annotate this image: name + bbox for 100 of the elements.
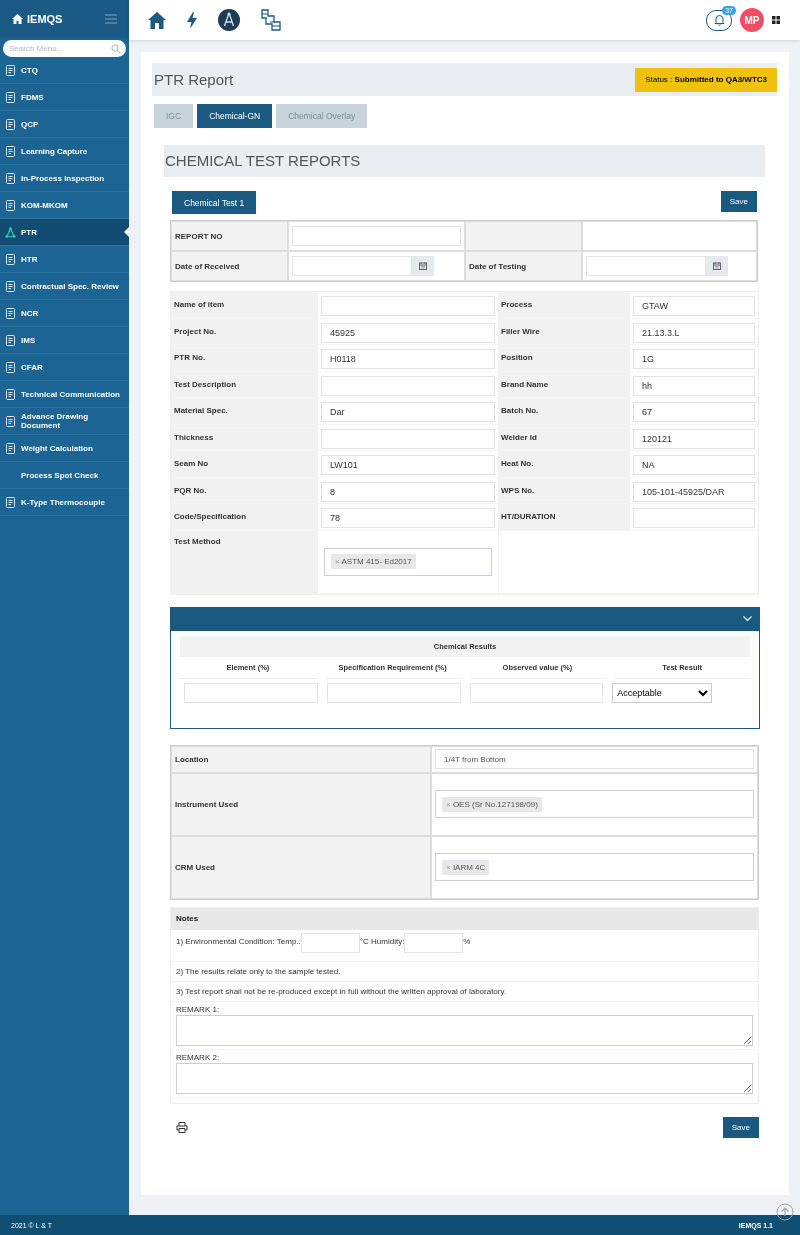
- multi-select-field[interactable]: × OES (Sr No.127198/09): [435, 790, 754, 818]
- sidebar-item[interactable]: NCR: [0, 300, 129, 327]
- remark-label: REMARK 2:: [176, 1052, 221, 1062]
- field-label: CRM Used: [171, 835, 431, 899]
- temperature-field[interactable]: [300, 932, 360, 953]
- sidebar-item[interactable]: Technical Communication: [0, 381, 129, 408]
- text-field[interactable]: 67: [633, 402, 755, 422]
- field-label: Thickness: [171, 424, 318, 451]
- user-avatar[interactable]: MP: [740, 8, 764, 32]
- field-label: Test Method: [171, 530, 318, 594]
- sidebar-item[interactable]: Weight Calculation: [0, 435, 129, 462]
- sidebar-item[interactable]: PTR: [0, 219, 129, 246]
- sidebar-item[interactable]: IMS: [0, 327, 129, 354]
- text-field[interactable]: GTAW: [633, 296, 755, 316]
- humidity-field[interactable]: [404, 932, 464, 953]
- specification-field[interactable]: [326, 682, 461, 703]
- scroll-up-icon[interactable]: [776, 1203, 794, 1221]
- field-label: HT/DURATION: [498, 504, 630, 531]
- section-title: CHEMICAL TEST REPORTS: [164, 145, 765, 177]
- field-label: Batch No.: [498, 398, 630, 425]
- text-field[interactable]: 120121: [633, 428, 755, 449]
- text-field[interactable]: hh: [633, 375, 755, 396]
- text-field[interactable]: NA: [633, 455, 755, 475]
- field-label: REPORT NO: [171, 221, 288, 251]
- field-label: Date of Received: [171, 251, 288, 281]
- field-label: Position: [498, 345, 630, 372]
- save-button[interactable]: Save: [722, 1116, 759, 1138]
- tab[interactable]: Chemical-GN: [197, 104, 273, 128]
- text-field[interactable]: Dar: [321, 402, 495, 422]
- compass-icon[interactable]: [218, 9, 240, 31]
- date-field[interactable]: [292, 256, 412, 276]
- element-field[interactable]: [184, 682, 318, 703]
- date-field[interactable]: [586, 256, 706, 276]
- text-field[interactable]: [321, 428, 495, 449]
- calendar-icon: [713, 262, 721, 270]
- text-field[interactable]: 21.13.3.L: [633, 322, 755, 343]
- text-field[interactable]: 1G: [633, 349, 755, 369]
- sidebar-item[interactable]: CTQ: [0, 57, 129, 84]
- field-label: Test Description: [171, 371, 318, 398]
- home-icon[interactable]: [148, 11, 166, 29]
- bell-icon: [713, 14, 725, 26]
- field-label: Filler Wire: [498, 318, 630, 345]
- field-label: Process: [498, 292, 630, 319]
- panel-header[interactable]: [171, 607, 759, 631]
- sidebar-item[interactable]: Advance Drawing Document: [0, 408, 129, 435]
- text-field[interactable]: 78: [321, 508, 495, 528]
- field-label: Date of Testing: [465, 251, 582, 281]
- pipe-fitting-icon[interactable]: [261, 9, 281, 31]
- print-icon[interactable]: [176, 1121, 188, 1133]
- calendar-button[interactable]: [412, 256, 434, 276]
- text-field[interactable]: [633, 508, 755, 528]
- page-title: PTR Report: [154, 71, 234, 88]
- sidebar-item[interactable]: FDMS: [0, 84, 129, 111]
- multi-select-field[interactable]: × ASTM 415- Ed2017: [324, 547, 492, 576]
- text-field[interactable]: 105-101-45925/DAR: [633, 481, 755, 502]
- chevron-down-icon: [743, 616, 752, 622]
- text-field[interactable]: 45925: [321, 322, 495, 343]
- search-icon: [111, 44, 121, 54]
- sidebar-item[interactable]: HTR: [0, 246, 129, 273]
- lightning-icon[interactable]: [187, 11, 197, 29]
- text-field[interactable]: LW101: [321, 455, 495, 475]
- grid-icon[interactable]: [772, 16, 780, 24]
- field-label: Project No.: [171, 318, 318, 345]
- text-field[interactable]: [321, 296, 495, 316]
- sidebar-item[interactable]: Learning Capture: [0, 138, 129, 165]
- logo-text: IEMQS: [27, 13, 63, 25]
- remark-field[interactable]: [176, 1014, 753, 1046]
- test-result-select[interactable]: Acceptable: [612, 682, 713, 703]
- selected-tag[interactable]: × OES (Sr No.127198/09): [442, 796, 542, 812]
- search-field[interactable]: Search Menu...: [3, 40, 126, 57]
- app-logo[interactable]: IEMQS: [12, 13, 63, 25]
- note-text: 2) The results relate only to the sample tested.: [171, 961, 758, 982]
- note-text: 3) Test report shall not be re-produced except in full without the written approval of laboratory.: [171, 981, 758, 1002]
- observed-value-field[interactable]: [469, 682, 604, 703]
- sidebar-item[interactable]: CFAR: [0, 354, 129, 381]
- save-button[interactable]: Save: [720, 191, 757, 212]
- calendar-button[interactable]: [706, 256, 728, 276]
- field-label: Code/Specification: [171, 504, 318, 531]
- sidebar-item[interactable]: QCP: [0, 111, 129, 138]
- text-field[interactable]: [321, 375, 495, 396]
- location-field[interactable]: 1/4T from Bottom: [435, 749, 754, 769]
- multi-select-field[interactable]: × IARM 4C: [435, 853, 754, 881]
- sidebar-item[interactable]: Process Spot Check: [0, 462, 129, 489]
- field-label: Location: [171, 745, 431, 773]
- test-tab[interactable]: Chemical Test 1: [172, 191, 257, 214]
- sidebar-item[interactable]: Contractual Spec. Review: [0, 273, 129, 300]
- menu-icon[interactable]: [105, 14, 117, 24]
- selected-tag[interactable]: × IARM 4C: [442, 859, 490, 875]
- field-label: Welder Id: [498, 424, 630, 451]
- field-label: Instrument Used: [171, 772, 431, 836]
- field-label: PTR No.: [171, 345, 318, 372]
- text-field[interactable]: 8: [321, 481, 495, 502]
- text-field[interactable]: H0118: [321, 349, 495, 369]
- sidebar-item[interactable]: In-Process Inspection: [0, 165, 129, 192]
- sidebar-item[interactable]: K-Type Thermocouple: [0, 489, 129, 516]
- remark-field[interactable]: [176, 1062, 753, 1094]
- selected-tag[interactable]: × ASTM 415- Ed2017: [331, 554, 416, 569]
- note-text: 1) Environmental Condition: Temp.:: [176, 936, 301, 946]
- notes-title: Notes: [171, 907, 758, 930]
- field-label: PQR No.: [171, 477, 318, 504]
